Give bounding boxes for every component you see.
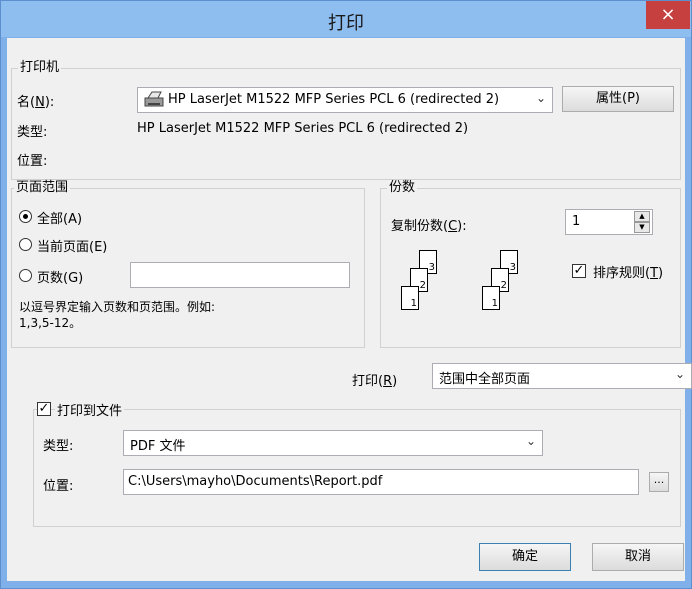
print-what-select[interactable]: 范围中全部页面 ⌄ (432, 363, 692, 389)
spinner-up-icon[interactable]: ▲ (634, 211, 650, 222)
file-type-value: PDF 文件 (130, 439, 186, 454)
pages-input[interactable] (130, 262, 350, 288)
file-location-input[interactable]: C:\Users\mayho\Documents\Report.pdf (123, 469, 639, 495)
collate-checkbox[interactable]: ✓ (572, 264, 586, 278)
print-to-file-group (33, 409, 681, 527)
printer-location-label: 位置: (17, 154, 48, 169)
printer-legend: 打印机 (18, 60, 62, 76)
page-range-current-radio[interactable] (19, 238, 32, 251)
print-to-file-checkbox[interactable]: ✓ (37, 402, 51, 416)
collate-label[interactable]: 排序规则(T) (593, 262, 663, 281)
page-range-legend: 页面范围 (14, 180, 71, 196)
printer-icon (143, 91, 165, 113)
page-range-all-radio[interactable] (19, 210, 32, 223)
page-1-icon: 1 (401, 286, 419, 310)
ok-button[interactable]: 确定 (479, 543, 571, 571)
spinner-down-icon[interactable]: ▼ (634, 222, 650, 233)
file-location-label: 位置: (43, 479, 74, 494)
printer-type-value: HP LaserJet M1522 MFP Series PCL 6 (redi… (137, 121, 469, 136)
file-type-select[interactable]: PDF 文件 ⌄ (123, 430, 543, 456)
printer-name-label: 名(N): (17, 95, 55, 110)
copies-legend: 份数 (387, 180, 418, 196)
page-range-hint-example: 1,3,5-12。 (19, 316, 82, 330)
page-range-pages-radio[interactable] (19, 269, 32, 282)
collated-copies-illustration: 3 2 1 (482, 250, 542, 330)
page-range-pages-label[interactable]: 页数(G) (37, 267, 83, 286)
close-button[interactable]: × (646, 1, 690, 29)
copies-count-spinner[interactable]: 1 ▲ ▼ (565, 209, 653, 235)
copies-count-value: 1 (572, 214, 581, 229)
page-range-all-label[interactable]: 全部(A) (37, 208, 82, 227)
chevron-down-icon: ⌄ (535, 91, 546, 105)
chevron-down-icon: ⌄ (674, 367, 685, 381)
printer-select[interactable]: HP LaserJet M1522 MFP Series PCL 6 (redi… (137, 87, 553, 113)
print-what-value: 范围中全部页面 (439, 372, 531, 387)
uncollated-copies-illustration: 3 2 1 (401, 250, 461, 330)
print-to-file-label[interactable]: 打印到文件 (55, 400, 125, 419)
page-range-hint: 以逗号界定输入页数和页范围。例如: (19, 300, 216, 314)
printer-type-label: 类型: (17, 125, 48, 140)
dialog-body: 打印机 名(N): HP LaserJet M1522 MFP Series P… (7, 38, 692, 581)
copies-count-label: 复制份数(C): (391, 219, 467, 234)
printer-select-value: HP LaserJet M1522 MFP Series PCL 6 (redi… (168, 92, 500, 107)
file-location-value: C:\Users\mayho\Documents\Report.pdf (128, 474, 383, 489)
page-range-current-label[interactable]: 当前页面(E) (37, 236, 107, 255)
cancel-button[interactable]: 取消 (592, 543, 684, 571)
print-what-label: 打印(R) (352, 374, 398, 389)
page-1-icon: 1 (482, 286, 500, 310)
chevron-down-icon: ⌄ (525, 434, 536, 448)
properties-button[interactable]: 属性(P) (562, 86, 674, 112)
title-bar[interactable]: 打印 × (1, 1, 691, 37)
print-dialog: 打印 × 打印机 名(N): HP LaserJet M1522 MFP Ser… (0, 0, 692, 589)
browse-button[interactable]: ... (649, 472, 669, 492)
dialog-title: 打印 (328, 13, 364, 34)
file-type-label: 类型: (43, 439, 74, 454)
